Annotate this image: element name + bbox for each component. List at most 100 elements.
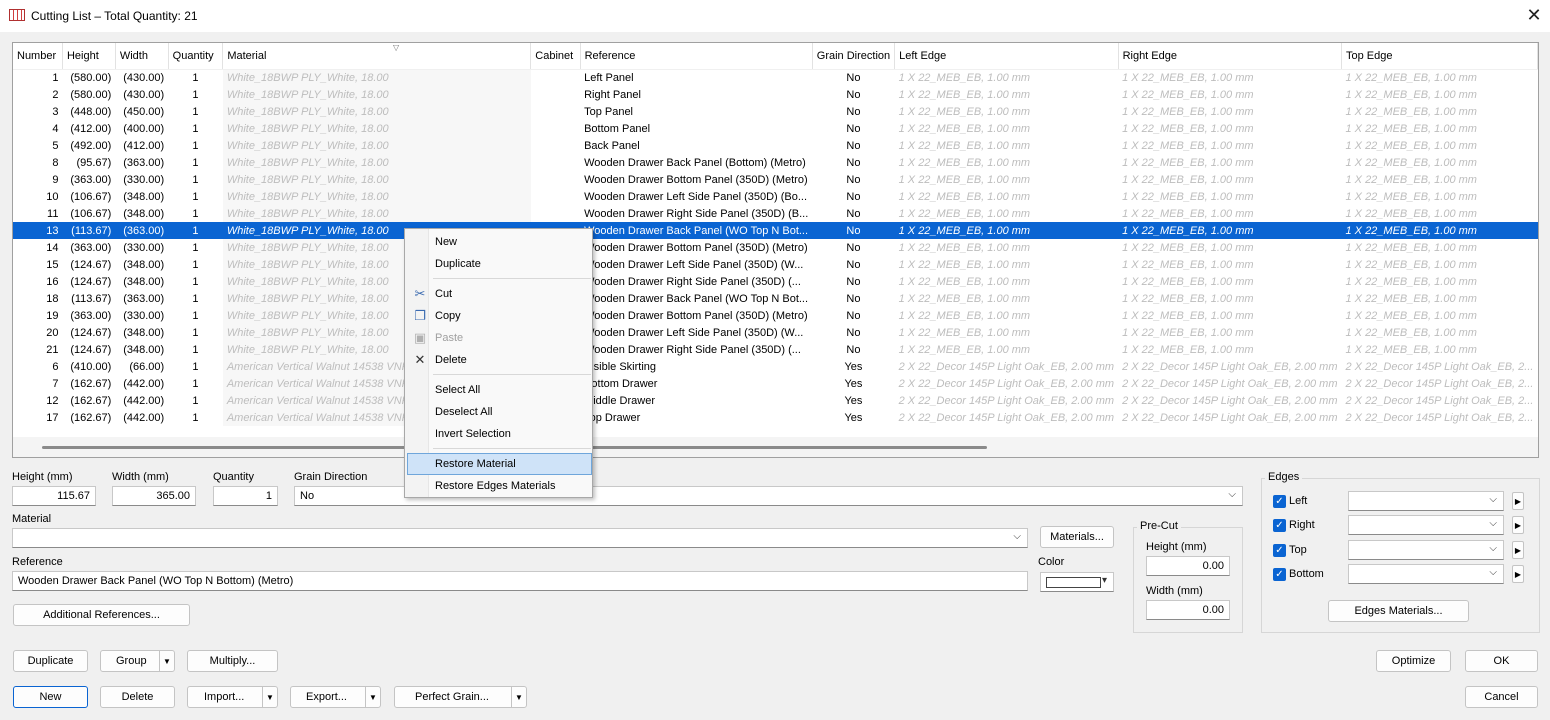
- column-header[interactable]: Reference: [580, 43, 813, 70]
- menu-item-select-all[interactable]: Select All: [407, 379, 592, 401]
- column-header[interactable]: Material: [222, 43, 532, 70]
- row-material: White_18BWP PLY_White, 18.00: [222, 69, 531, 86]
- column-header[interactable]: Right Edge: [1118, 43, 1343, 70]
- pre-cut-height-input[interactable]: 0.00: [1146, 556, 1230, 576]
- multiply-button[interactable]: Multiply...: [187, 650, 278, 672]
- cutting-list-grid[interactable]: Number Height Width Quantity Material Cabinet…: [12, 42, 1539, 458]
- menu-item-copy[interactable]: ❐ Copy: [407, 305, 592, 327]
- delete-button[interactable]: Delete: [100, 686, 175, 708]
- quantity-input[interactable]: 1: [213, 486, 278, 506]
- menu-item-restore-material[interactable]: Restore Material: [407, 453, 592, 475]
- column-header[interactable]: Cabinet: [530, 43, 581, 70]
- menu-item-deselect-all[interactable]: Deselect All: [407, 401, 592, 423]
- export-button[interactable]: Export... ▼: [290, 686, 381, 708]
- table-row[interactable]: 3 (448.00) (450.00) 1 White_18BWP PLY_White,…: [13, 103, 1538, 120]
- menu-item-invert-selection[interactable]: Invert Selection: [407, 423, 592, 445]
- row-top-edge: 1 X 22_MEB_EB, 1.00 mm: [1345, 326, 1477, 339]
- edge-right-select[interactable]: ⌵: [1348, 515, 1504, 535]
- duplicate-button[interactable]: Duplicate: [13, 650, 88, 672]
- row-top-edge: 1 X 22_MEB_EB, 1.00 mm: [1345, 207, 1477, 220]
- optimize-button[interactable]: Optimize: [1376, 650, 1451, 672]
- row-left-edge: 1 X 22_MEB_EB, 1.00 mm: [898, 207, 1031, 220]
- table-row[interactable]: 13 (113.67) (363.00) 1 White_18BWP PLY_White…: [13, 222, 1538, 239]
- table-row[interactable]: 11 (106.67) (348.00) 1 White_18BWP PLY_White…: [13, 205, 1538, 222]
- edge-right-arrow-icon[interactable]: ▶: [1512, 516, 1524, 534]
- edge-left-checkbox[interactable]: ✓: [1273, 495, 1286, 508]
- menu-item-new[interactable]: New: [407, 231, 592, 253]
- edge-left-arrow-icon[interactable]: ▶: [1512, 492, 1524, 510]
- row-left-edge: 1 X 22_MEB_EB, 1.00 mm: [898, 156, 1031, 169]
- table-row[interactable]: 15 (124.67) (348.00) 1 White_18BWP PLY_White…: [13, 256, 1538, 273]
- edge-bottom-checkbox[interactable]: ✓: [1273, 568, 1286, 581]
- import-button[interactable]: Import... ▼: [187, 686, 278, 708]
- row-height: (106.67): [70, 190, 112, 203]
- caret-down-icon[interactable]: ▼: [511, 687, 526, 707]
- menu-item-restore-edges-materials[interactable]: Restore Edges Materials: [407, 475, 592, 497]
- menu-item-cut[interactable]: ✂ Cut: [407, 283, 592, 305]
- menu-item-paste[interactable]: ▣ Paste: [407, 327, 592, 349]
- edge-top-checkbox[interactable]: ✓: [1273, 544, 1286, 557]
- color-picker[interactable]: ▾: [1040, 572, 1114, 592]
- column-header[interactable]: Top Edge: [1341, 43, 1538, 70]
- table-row[interactable]: 4 (412.00) (400.00) 1 White_18BWP PLY_White,…: [13, 120, 1538, 137]
- menu-item-delete[interactable]: ✕ Delete: [407, 349, 592, 371]
- height-input[interactable]: 115.67: [12, 486, 96, 506]
- table-row[interactable]: 19 (363.00) (330.00) 1 White_18BWP PLY_White…: [13, 307, 1538, 324]
- caret-down-icon[interactable]: ▼: [365, 687, 380, 707]
- table-row[interactable]: 14 (363.00) (330.00) 1 White_18BWP PLY_White…: [13, 239, 1538, 256]
- edge-bottom-arrow-icon[interactable]: ▶: [1512, 565, 1524, 583]
- table-row[interactable]: 6 (410.00) (66.00) 1 American Vertical Walnu…: [13, 358, 1538, 375]
- table-row[interactable]: 5 (492.00) (412.00) 1 White_18BWP PLY_White,…: [13, 137, 1538, 154]
- table-row[interactable]: 8 (95.67) (363.00) 1 White_18BWP PLY_White, …: [13, 154, 1538, 171]
- caret-down-icon[interactable]: ▼: [159, 651, 174, 671]
- close-icon[interactable]: ✕: [1522, 4, 1546, 28]
- column-header[interactable]: Grain Direction: [812, 43, 896, 70]
- perfect-grain-button[interactable]: Perfect Grain... ▼: [394, 686, 527, 708]
- group-button[interactable]: Group ▼: [100, 650, 175, 672]
- edges-materials-button[interactable]: Edges Materials...: [1328, 600, 1469, 622]
- table-row[interactable]: 21 (124.67) (348.00) 1 White_18BWP PLY_White…: [13, 341, 1538, 358]
- width-input[interactable]: 365.00: [112, 486, 196, 506]
- edge-bottom-label: Bottom: [1289, 568, 1324, 580]
- table-row[interactable]: 18 (113.67) (363.00) 1 White_18BWP PLY_White…: [13, 290, 1538, 307]
- column-header[interactable]: Height: [62, 43, 116, 70]
- ok-button[interactable]: OK: [1465, 650, 1538, 672]
- table-row[interactable]: 7 (162.67) (442.00) 1 American Vertical Waln…: [13, 375, 1538, 392]
- row-number: 3: [52, 105, 59, 118]
- chevron-down-icon: ⌵: [1489, 567, 1497, 578]
- table-row[interactable]: 17 (162.67) (442.00) 1 American Vertical Wal…: [13, 409, 1538, 426]
- table-row[interactable]: 20 (124.67) (348.00) 1 White_18BWP PLY_White…: [13, 324, 1538, 341]
- table-row[interactable]: 10 (106.67) (348.00) 1 White_18BWP PLY_White…: [13, 188, 1538, 205]
- new-button[interactable]: New: [13, 686, 88, 708]
- table-row[interactable]: 2 (580.00) (430.00) 1 White_18BWP PLY_White,…: [13, 86, 1538, 103]
- column-header[interactable]: Width: [115, 43, 169, 70]
- edge-right-checkbox[interactable]: ✓: [1273, 519, 1286, 532]
- materials-button[interactable]: Materials...: [1040, 526, 1114, 548]
- column-header[interactable]: Left Edge: [894, 43, 1119, 70]
- row-reference: Bottom Drawer: [584, 377, 658, 390]
- table-row[interactable]: 9 (363.00) (330.00) 1 White_18BWP PLY_White,…: [13, 171, 1538, 188]
- menu-item-duplicate[interactable]: Duplicate: [407, 253, 592, 275]
- material-select[interactable]: ⌵: [12, 528, 1028, 548]
- edge-bottom-select[interactable]: ⌵: [1348, 564, 1504, 584]
- row-reference: Wooden Drawer Back Panel (WO Top N Bot..…: [580, 222, 813, 239]
- pre-cut-width-input[interactable]: 0.00: [1146, 600, 1230, 620]
- reference-input[interactable]: Wooden Drawer Back Panel (WO Top N Botto…: [12, 571, 1028, 591]
- menu-item-label: New: [435, 236, 458, 248]
- edge-top-arrow-icon[interactable]: ▶: [1512, 541, 1524, 559]
- table-row[interactable]: 16 (124.67) (348.00) 1 White_18BWP PLY_White…: [13, 273, 1538, 290]
- column-header[interactable]: Number: [13, 43, 63, 70]
- row-width: (66.00): [129, 360, 165, 373]
- additional-references-button[interactable]: Additional References...: [13, 604, 190, 626]
- row-material: White_18BWP PLY_White, 18.00: [222, 120, 531, 137]
- row-left-edge: 1 X 22_MEB_EB, 1.00 mm: [894, 222, 1119, 239]
- row-reference: Wooden Drawer Left Side Panel (350D) (W.…: [584, 258, 804, 271]
- cancel-button[interactable]: Cancel: [1465, 686, 1538, 708]
- table-row[interactable]: 1 (580.00) (430.00) 1 White_18BWP PLY_White,…: [13, 69, 1538, 86]
- table-row[interactable]: 12 (162.67) (442.00) 1 American Vertical Wal…: [13, 392, 1538, 409]
- caret-down-icon[interactable]: ▼: [262, 687, 277, 707]
- row-height: (363.00): [70, 241, 112, 254]
- edge-left-select[interactable]: ⌵: [1348, 491, 1504, 511]
- edge-top-select[interactable]: ⌵: [1348, 540, 1504, 560]
- column-header[interactable]: Quantity: [168, 43, 224, 70]
